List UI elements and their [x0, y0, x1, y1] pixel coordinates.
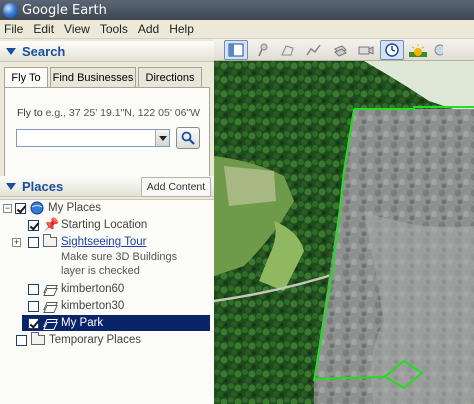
tab-find-businesses[interactable]: Find Businesses [50, 67, 136, 87]
search-tabs: Fly To Find Businesses Directions [4, 67, 204, 88]
checkbox-sightseeing-tour[interactable] [28, 236, 39, 248]
placemark-icon [258, 43, 268, 56]
menu-edit[interactable]: Edit [33, 22, 54, 36]
sunlight-button[interactable] [406, 40, 430, 60]
historical-imagery-button[interactable] [380, 39, 404, 60]
fly-to-dropdown-button[interactable] [155, 130, 169, 146]
tab-fly-to[interactable]: Fly To [4, 67, 48, 88]
folder-icon [43, 234, 57, 247]
places-tree: − My Places 📌 Starting Location + Sights… [0, 199, 214, 404]
add-polygon-button[interactable] [276, 40, 300, 60]
tree-item-label: kimberton60 [61, 283, 125, 295]
add-placemark-button[interactable] [250, 40, 274, 60]
add-content-button[interactable]: Add Content [141, 177, 211, 197]
google-earth-logo-icon [3, 2, 18, 18]
fly-to-hint: Fly to e.g., 37 25' 19.1"N, 122 05' 06"W [17, 107, 200, 119]
checkbox-temporary-places[interactable] [16, 334, 27, 346]
tree-item-label: Temporary Places [49, 334, 142, 346]
menu-file[interactable]: File [4, 22, 23, 36]
description-line: layer is checked [61, 265, 140, 277]
map-toolbar [214, 39, 474, 61]
sidebar-toggle-icon [228, 43, 244, 56]
menu-view[interactable]: View [64, 22, 90, 36]
tree-item-label: kimberton30 [61, 300, 125, 312]
planets-icon [434, 44, 443, 55]
mowed-field [224, 166, 276, 206]
checkbox-my-park[interactable] [28, 317, 39, 329]
checkbox-my-places[interactable] [15, 202, 26, 214]
tree-item-kimberton30[interactable]: kimberton30 [0, 298, 214, 314]
path-icon [306, 44, 321, 55]
folder-icon [31, 332, 45, 345]
checkbox-starting-location[interactable] [28, 219, 39, 231]
add-image-overlay-button[interactable] [328, 40, 352, 60]
tree-item-sightseeing-tour[interactable]: + Sightseeing Tour [0, 234, 214, 250]
image-overlay-icon [43, 318, 57, 329]
sidebar-toggle-button[interactable] [224, 39, 248, 60]
fly-to-input[interactable] [16, 129, 170, 147]
collapse-triangle-icon[interactable] [6, 47, 16, 55]
title-bar: Google Earth [0, 0, 474, 20]
checkbox-kimberton30[interactable] [28, 300, 39, 312]
magnifier-icon [181, 131, 195, 145]
menu-bar: File Edit View Tools Add Help [0, 20, 474, 39]
fly-to-prefix: Fly to [17, 107, 43, 119]
description-line: Make sure 3D Buildings [61, 251, 178, 263]
map-view[interactable] [214, 39, 474, 404]
globe-folder-icon [30, 201, 44, 215]
tree-item-label: Starting Location [61, 219, 148, 231]
tree-item-my-places[interactable]: − My Places [0, 200, 214, 216]
places-header-label: Places [22, 178, 64, 194]
record-tour-button[interactable] [354, 40, 378, 60]
fly-to-example: e.g., 37 25' 19.1"N, 122 05' 06"W [42, 107, 201, 119]
sightseeing-description: Make sure 3D Buildings layer is checked [61, 250, 177, 278]
tree-item-kimberton60[interactable]: kimberton60 [0, 281, 214, 297]
tree-item-label: My Park [61, 317, 104, 329]
tree-item-starting-location[interactable]: 📌 Starting Location [0, 217, 214, 233]
tree-item-link[interactable]: Sightseeing Tour [61, 236, 146, 248]
checkbox-kimberton60[interactable] [28, 283, 39, 295]
image-overlay-icon [334, 44, 347, 57]
polygon-icon [281, 44, 294, 55]
image-overlay-icon [43, 284, 57, 295]
tree-item-my-park[interactable]: My Park [22, 315, 210, 331]
historical-imagery-icon [385, 42, 399, 57]
search-header-label: Search [22, 43, 66, 59]
menu-tools[interactable]: Tools [100, 22, 128, 36]
satellite-imagery[interactable] [214, 61, 474, 404]
menu-add[interactable]: Add [138, 22, 159, 36]
image-overlay-icon [43, 301, 57, 312]
tree-item-label: My Places [48, 202, 102, 214]
window-title: Google Earth [22, 2, 107, 18]
pushpin-icon: 📌 [43, 217, 60, 232]
record-tour-icon [358, 45, 374, 55]
collapse-minus-icon[interactable]: − [3, 203, 12, 213]
tree-item-temporary-places[interactable]: Temporary Places [0, 332, 214, 348]
menu-help[interactable]: Help [169, 22, 194, 36]
sunlight-icon [409, 43, 427, 57]
search-panel-header[interactable]: Search [0, 41, 214, 62]
planets-button[interactable] [432, 40, 444, 60]
tab-directions[interactable]: Directions [138, 67, 202, 87]
search-button[interactable] [176, 127, 200, 149]
expand-plus-icon[interactable]: + [12, 237, 21, 247]
sidebar: Search Fly To Find Businesses Directions… [0, 39, 214, 404]
add-path-button[interactable] [302, 40, 326, 60]
collapse-triangle-icon[interactable] [6, 182, 16, 190]
